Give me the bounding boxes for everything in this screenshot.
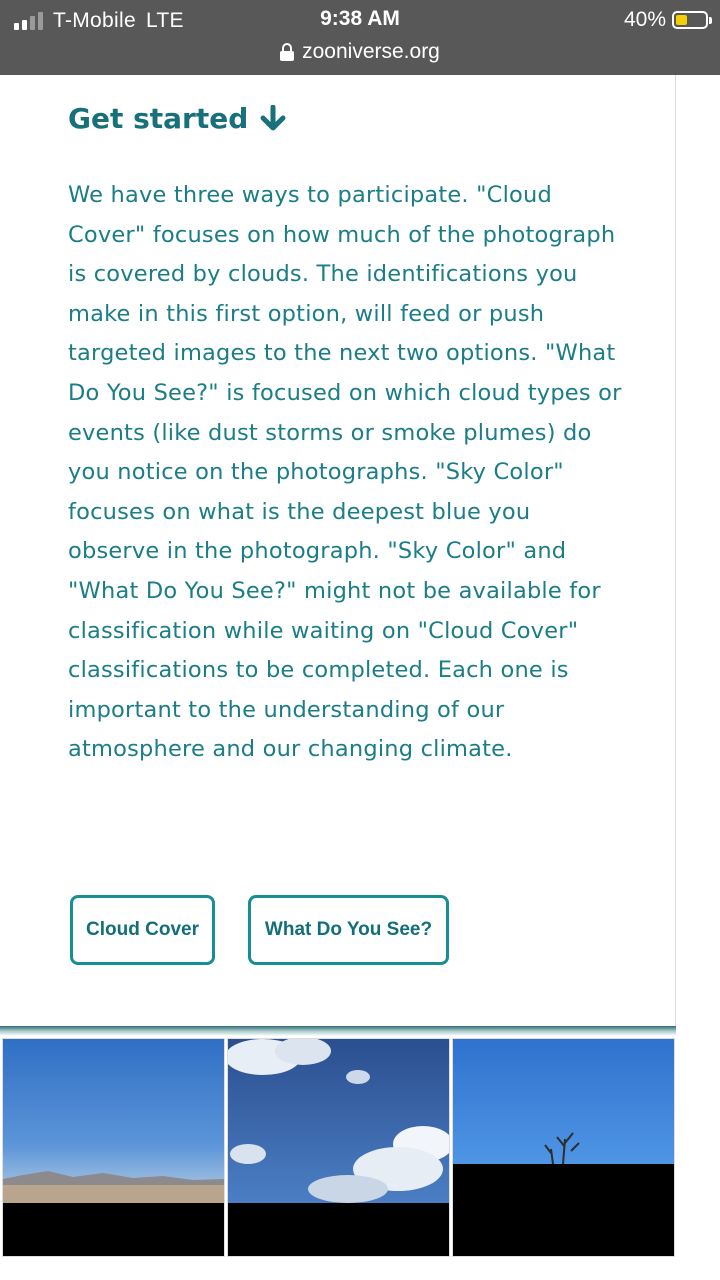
intro-paragraph: We have three ways to participate. "Clou… [68, 182, 622, 763]
gallery-image-clouds[interactable] [227, 1038, 450, 1257]
url-text: zooniverse.org [302, 40, 440, 63]
battery-icon [672, 11, 712, 29]
gallery-image-desert[interactable] [2, 1038, 225, 1257]
status-bar: T-Mobile LTE 9:38 AM 40% zooniverse.org [0, 0, 720, 75]
gallery-image-clear-sky[interactable] [452, 1038, 675, 1257]
battery-level [676, 15, 687, 25]
photo-gallery [0, 1036, 720, 1280]
get-started-card: Get started We have three ways to partic… [0, 75, 676, 1030]
cloud-cover-button[interactable]: Cloud Cover [70, 895, 215, 965]
section-heading: Get started [68, 102, 286, 135]
battery-percent: 40% [623, 8, 666, 31]
address-bar[interactable]: zooniverse.org [0, 38, 720, 66]
clock: 9:38 AM [320, 7, 400, 30]
arrow-down-icon [260, 104, 286, 133]
heading-text: Get started [68, 102, 249, 135]
what-do-you-see-button[interactable]: What Do You See? [248, 895, 449, 965]
card-divider [0, 1026, 676, 1036]
lock-icon [280, 43, 295, 61]
status-right: 40% [623, 8, 712, 32]
